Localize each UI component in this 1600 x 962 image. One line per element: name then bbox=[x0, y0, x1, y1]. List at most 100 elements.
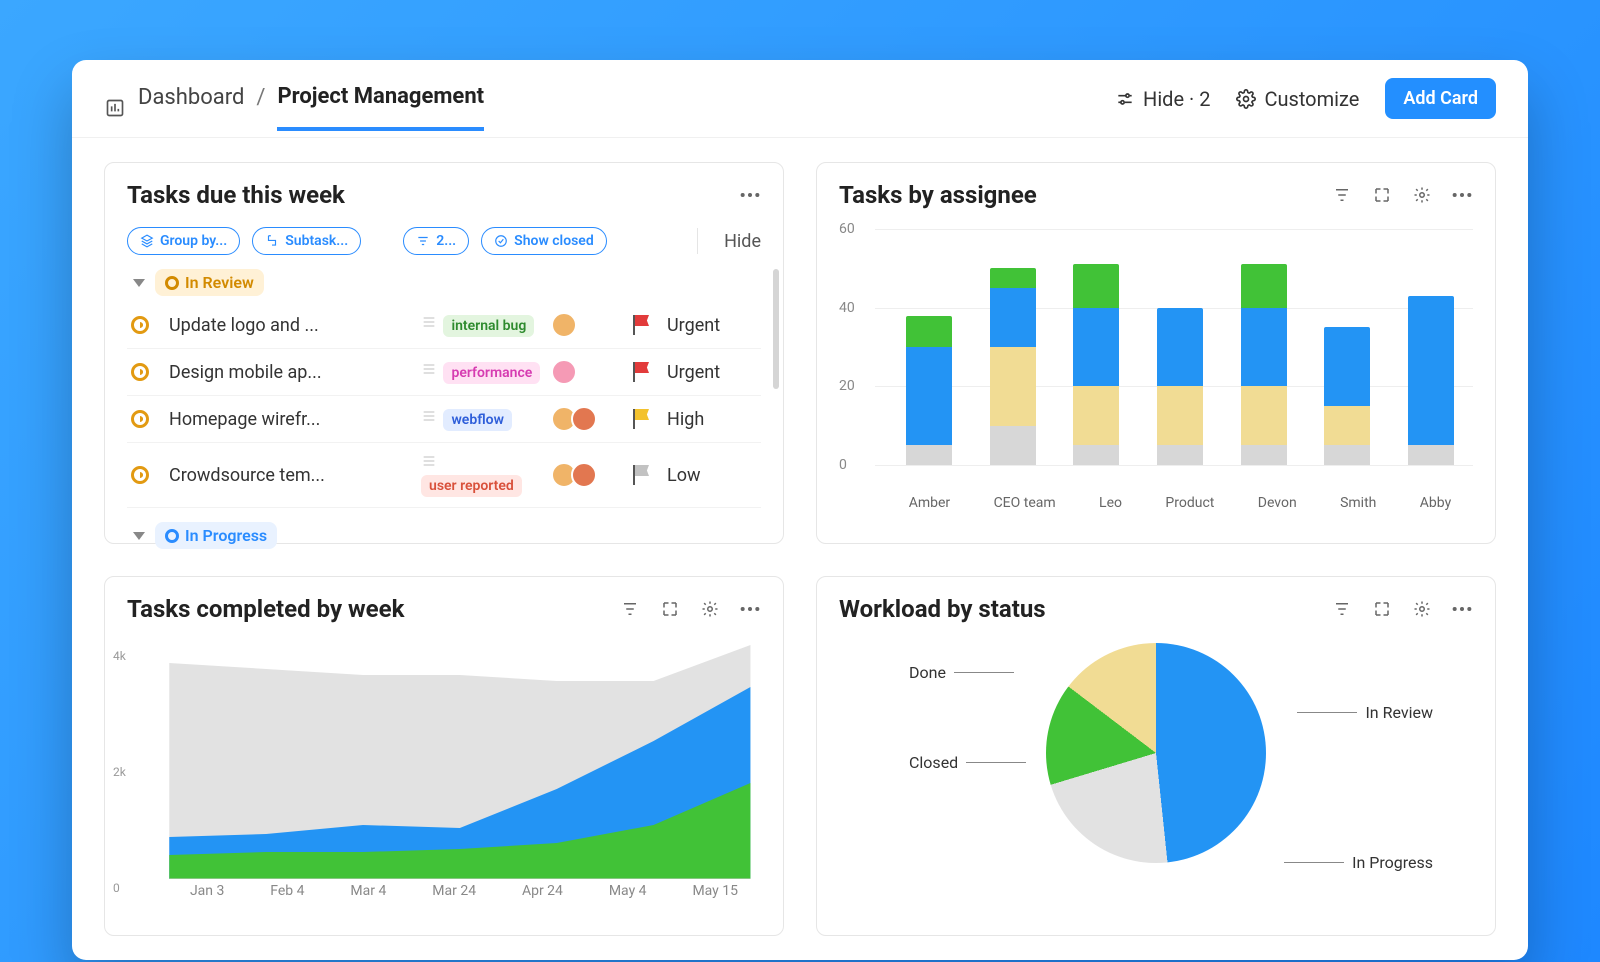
list-icon bbox=[421, 316, 439, 330]
breadcrumb: Dashboard / Project Management bbox=[104, 84, 484, 131]
hide-button[interactable]: Hide · 2 bbox=[1115, 87, 1210, 111]
list-icon bbox=[421, 410, 439, 424]
task-row[interactable]: Crowdsource tem... user reported Low bbox=[127, 443, 761, 508]
chevron-down-icon bbox=[133, 279, 145, 287]
breadcrumb-root[interactable]: Dashboard bbox=[138, 85, 244, 130]
card-title: Tasks by assignee bbox=[839, 181, 1037, 209]
bar bbox=[906, 316, 952, 465]
x-label: May 4 bbox=[609, 883, 647, 899]
pie-label: In Review bbox=[1297, 703, 1433, 722]
priority-label: Urgent bbox=[667, 315, 757, 336]
chevron-down-icon bbox=[133, 532, 145, 540]
expand-icon[interactable] bbox=[1371, 598, 1393, 620]
x-label: Mar 24 bbox=[432, 883, 476, 899]
flag-icon bbox=[631, 465, 649, 485]
filter-icon[interactable] bbox=[1331, 184, 1353, 206]
x-label: Smith bbox=[1340, 495, 1376, 511]
assignee-avatars bbox=[551, 462, 621, 488]
x-label: May 15 bbox=[692, 883, 738, 899]
dashboard-grid: Tasks due this week Group by... Subtask.… bbox=[72, 138, 1528, 960]
customize-button[interactable]: Customize bbox=[1236, 87, 1359, 111]
x-label: Mar 4 bbox=[350, 883, 386, 899]
task-name: Update logo and ... bbox=[169, 315, 411, 336]
x-label: Devon bbox=[1258, 495, 1297, 511]
hide-label: Hide · 2 bbox=[1143, 87, 1210, 111]
card-title: Workload by status bbox=[839, 595, 1046, 623]
subtask-pill[interactable]: Subtask... bbox=[252, 227, 361, 255]
task-name: Homepage wirefr... bbox=[169, 409, 411, 430]
top-actions: Hide · 2 Customize Add Card bbox=[1115, 78, 1496, 137]
task-status-icon bbox=[131, 316, 149, 334]
task-row[interactable]: Update logo and ... internal bug Urgent bbox=[127, 302, 761, 349]
task-name: Design mobile ap... bbox=[169, 362, 411, 383]
x-label: Amber bbox=[909, 495, 950, 511]
x-label: Abby bbox=[1420, 495, 1451, 511]
priority-label: High bbox=[667, 409, 757, 430]
bar bbox=[1324, 327, 1370, 465]
expand-icon[interactable] bbox=[1371, 184, 1393, 206]
breadcrumb-current[interactable]: Project Management bbox=[277, 84, 484, 131]
more-icon[interactable] bbox=[1451, 184, 1473, 206]
dashboard-icon bbox=[104, 97, 126, 119]
gear-icon[interactable] bbox=[1411, 598, 1433, 620]
task-row[interactable]: Design mobile ap... performance Urgent bbox=[127, 349, 761, 396]
flag-icon bbox=[631, 409, 649, 429]
bar bbox=[1408, 296, 1454, 465]
breadcrumb-separator: / bbox=[256, 85, 265, 130]
x-label: Product bbox=[1165, 495, 1214, 511]
add-card-button[interactable]: Add Card bbox=[1385, 78, 1496, 119]
filter-icon[interactable] bbox=[619, 598, 641, 620]
task-list: In Review Update logo and ... internal b… bbox=[127, 269, 761, 549]
more-icon[interactable] bbox=[1451, 598, 1473, 620]
card-title: Tasks completed by week bbox=[127, 595, 404, 623]
gear-icon bbox=[1236, 89, 1256, 109]
priority-label: Urgent bbox=[667, 362, 757, 383]
task-tag: performance bbox=[443, 362, 540, 384]
x-label: Apr 24 bbox=[522, 883, 563, 899]
bar bbox=[990, 268, 1036, 465]
group-header-progress[interactable]: In Progress bbox=[133, 522, 761, 549]
card-tasks-due: Tasks due this week Group by... Subtask.… bbox=[104, 162, 784, 544]
gear-icon[interactable] bbox=[699, 598, 721, 620]
area-chart: Jan 3Feb 4Mar 4Mar 24Apr 24May 4May 15 bbox=[127, 639, 761, 899]
filter-icon[interactable] bbox=[1331, 598, 1353, 620]
scrollbar-thumb[interactable] bbox=[773, 269, 779, 389]
topbar: Dashboard / Project Management Hide · 2 … bbox=[72, 60, 1528, 138]
task-status-icon bbox=[131, 363, 149, 381]
task-status-icon bbox=[131, 410, 149, 428]
bar bbox=[1241, 264, 1287, 465]
bar bbox=[1073, 264, 1119, 465]
expand-icon[interactable] bbox=[659, 598, 681, 620]
x-label: Feb 4 bbox=[270, 883, 304, 899]
pie-label: Done bbox=[909, 663, 1014, 682]
pie-label: Closed bbox=[909, 753, 1026, 772]
flag-icon bbox=[631, 315, 649, 335]
more-icon[interactable] bbox=[739, 598, 761, 620]
assignee-avatars bbox=[551, 406, 621, 432]
assignee-avatars bbox=[551, 359, 621, 385]
sliders-icon bbox=[1115, 89, 1135, 109]
group-header-review[interactable]: In Review bbox=[133, 269, 761, 296]
assignee-avatars bbox=[551, 312, 621, 338]
group-by-pill[interactable]: Group by... bbox=[127, 227, 240, 255]
card-title: Tasks due this week bbox=[127, 181, 345, 209]
pie-chart: DoneClosedIn ReviewIn Progress bbox=[839, 643, 1473, 903]
task-tag: user reported bbox=[421, 475, 522, 497]
count-pill[interactable]: 2... bbox=[403, 227, 469, 255]
bar bbox=[1157, 308, 1203, 465]
hide-link[interactable]: Hide bbox=[724, 231, 761, 252]
card-tasks-assignee: Tasks by assignee 0204060 AmberCEO teamL… bbox=[816, 162, 1496, 544]
list-icon bbox=[421, 363, 439, 377]
app-window: Dashboard / Project Management Hide · 2 … bbox=[72, 60, 1528, 960]
card-tasks-completed: Tasks completed by week 4k2k0 Jan 3Feb 4… bbox=[104, 576, 784, 936]
task-row[interactable]: Homepage wirefr... webflow High bbox=[127, 396, 761, 443]
more-icon[interactable] bbox=[739, 184, 761, 206]
gear-icon[interactable] bbox=[1411, 184, 1433, 206]
flag-icon bbox=[631, 362, 649, 382]
x-label: CEO team bbox=[994, 495, 1056, 511]
task-tag: internal bug bbox=[443, 315, 534, 337]
list-icon bbox=[421, 455, 439, 469]
show-closed-pill[interactable]: Show closed bbox=[481, 227, 607, 255]
task-status-icon bbox=[131, 466, 149, 484]
customize-label: Customize bbox=[1264, 87, 1359, 111]
